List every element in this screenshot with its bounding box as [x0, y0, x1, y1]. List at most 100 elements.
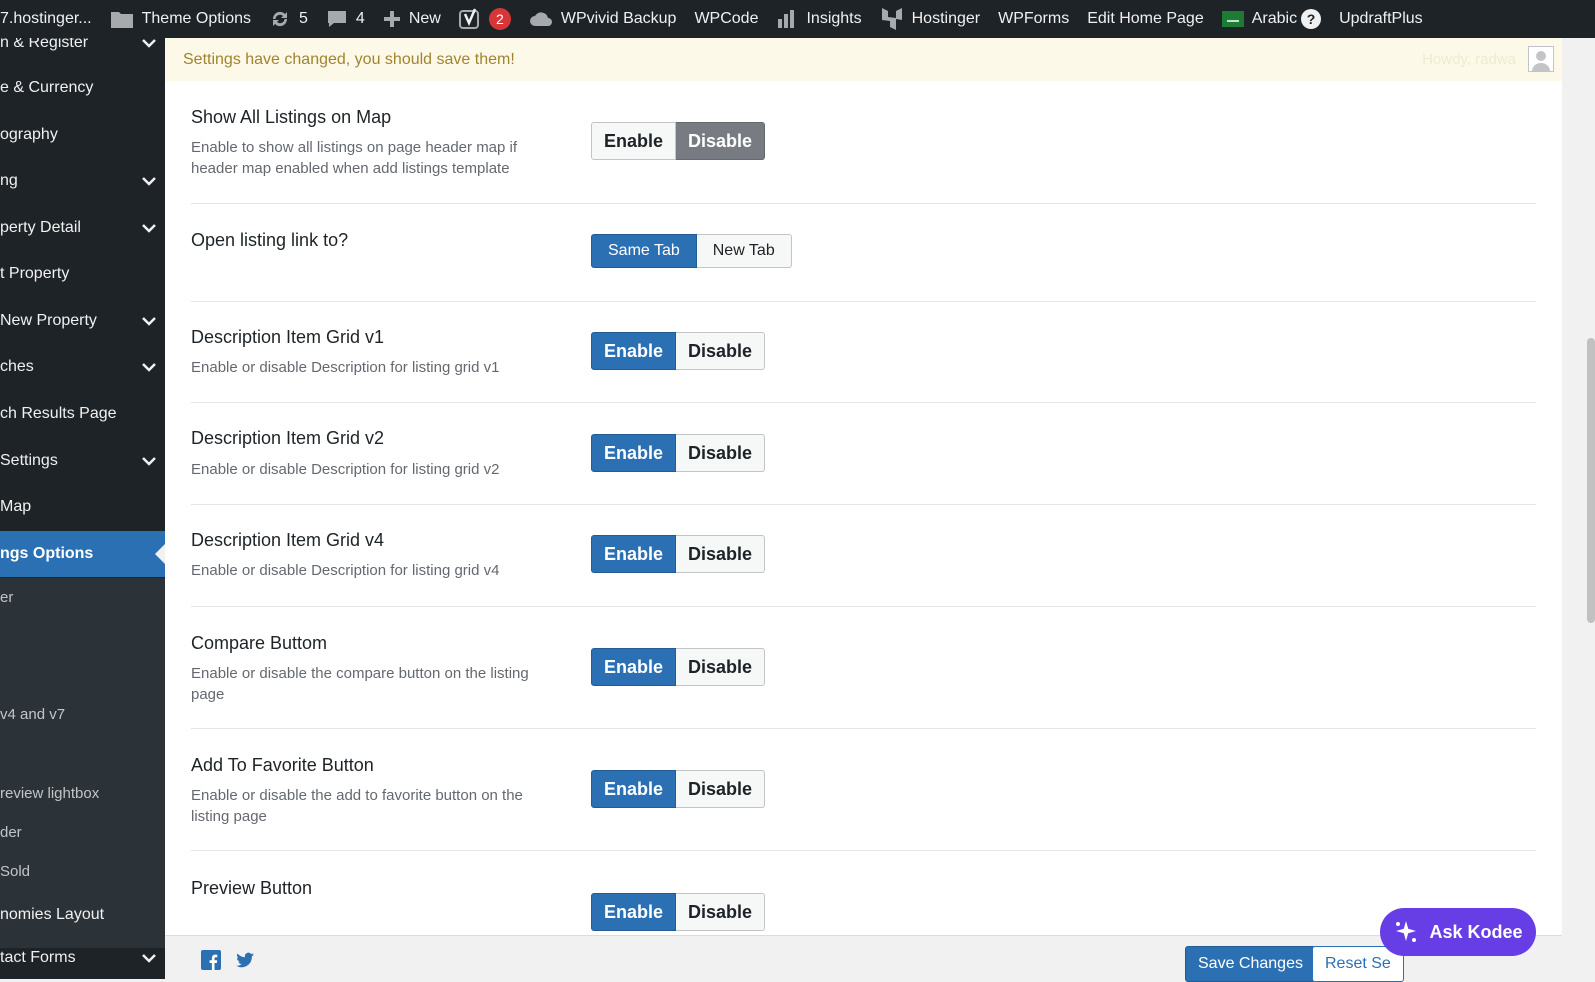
chevron-down-icon — [141, 38, 157, 66]
language-label: Arabic — [1251, 10, 1298, 27]
sidebar-item-label: tact Forms — [0, 949, 76, 966]
wpcode-label: WPCode — [694, 10, 759, 27]
scrollbar-thumb[interactable] — [1587, 338, 1595, 623]
toggle-group: Enable Disable — [591, 122, 766, 160]
submenu-item[interactable]: v4 and v7 — [0, 700, 165, 730]
new-content-link[interactable]: New — [374, 0, 450, 38]
same-tab-button[interactable]: Same Tab — [591, 234, 697, 268]
sidebar-item-listing[interactable]: ng — [0, 158, 165, 204]
setting-title: Compare Buttom — [191, 633, 328, 653]
submenu-item-label: der — [0, 824, 22, 841]
setting-description: Enable or disable the add to favorite bu… — [191, 787, 523, 825]
enable-button[interactable]: Enable — [591, 770, 677, 808]
setting-description-grid-v2: Description Item Grid v2 Enable or disab… — [191, 402, 1536, 505]
facebook-icon[interactable] — [201, 950, 221, 970]
enable-button[interactable]: Enable — [591, 535, 677, 573]
help-icon[interactable]: ? — [1301, 9, 1322, 29]
sidebar-item-new-property[interactable]: New Property — [0, 298, 165, 344]
hostinger-label: Hostinger — [911, 10, 981, 27]
wpvivid-link[interactable]: WPvivid Backup — [520, 0, 686, 38]
sidebar-item-property-detail[interactable]: perty Detail — [0, 205, 165, 251]
disable-button[interactable]: Disable — [676, 332, 766, 370]
submenu-item[interactable]: er — [0, 583, 165, 613]
yoast-link[interactable]: 2 — [450, 0, 520, 38]
toggle-group: Enable Disable — [591, 535, 766, 573]
theme-options-link[interactable]: Theme Options — [101, 0, 260, 38]
howdy-user[interactable]: Howdy, radwa — [1422, 38, 1516, 81]
setting-description: Enable or disable the compare button on … — [191, 665, 529, 703]
page-scrollbar[interactable] — [1562, 38, 1595, 979]
chevron-down-icon — [141, 344, 157, 390]
sidebar-item-label: ch Results Page — [0, 405, 117, 422]
sidebar-item-typography[interactable]: ography — [0, 112, 165, 158]
wpvivid-label: WPvivid Backup — [560, 10, 677, 27]
disable-button[interactable]: Disable — [676, 770, 766, 808]
site-name-link[interactable]: 7.hostinger... — [0, 0, 101, 38]
insights-label: Insights — [806, 10, 862, 27]
sidebar-item-searches[interactable]: ches — [0, 344, 165, 390]
disable-button[interactable]: Disable — [676, 648, 766, 686]
sidebar-item-taxonomies-layout[interactable]: nomies Layout — [0, 892, 165, 938]
comments-link[interactable]: 4 — [317, 0, 374, 38]
sidebar-item-currency[interactable]: e & Currency — [0, 65, 165, 111]
updates-link[interactable]: 5 — [260, 0, 317, 38]
refresh-icon — [269, 9, 291, 29]
enable-button[interactable]: Enable — [591, 893, 677, 931]
enable-button[interactable]: Enable — [591, 332, 677, 370]
setting-compare-button: Compare Buttom Enable or disable the com… — [191, 606, 1536, 729]
wpforms-label: WPForms — [998, 10, 1070, 27]
ask-kodee-button[interactable]: Ask Kodee — [1380, 908, 1536, 956]
disable-button[interactable]: Disable — [676, 434, 766, 472]
chevron-down-icon — [141, 438, 157, 484]
sidebar-item-contact-forms[interactable]: tact Forms — [0, 935, 165, 979]
setting-description: Enable or disable Description for listin… — [191, 461, 500, 478]
twitter-icon[interactable] — [235, 950, 255, 970]
sidebar-item-search-results[interactable]: ch Results Page — [0, 391, 165, 437]
updraftplus-link[interactable]: UpdraftPlus — [1330, 0, 1432, 38]
save-changes-button[interactable]: Save Changes — [1185, 946, 1316, 982]
yoast-badge: 2 — [488, 8, 511, 30]
sidebar-item-label: t Property — [0, 265, 70, 282]
sidebar-item-map[interactable]: Map — [0, 484, 165, 530]
avatar[interactable] — [1528, 46, 1554, 72]
disable-button[interactable]: Disable — [676, 122, 766, 160]
chevron-down-icon — [141, 205, 157, 251]
setting-description-grid-v4: Description Item Grid v4 Enable or disab… — [191, 504, 1536, 607]
toggle-group: Enable Disable — [591, 893, 766, 931]
setting-description: Enable to show all listings on page head… — [191, 139, 518, 177]
sidebar-item-label: ography — [0, 126, 58, 143]
language-link[interactable]: Arabic ? — [1213, 0, 1330, 38]
submenu-item[interactable]: Sold — [0, 857, 165, 887]
submenu-item[interactable]: der — [0, 818, 165, 848]
wpcode-link[interactable]: WPCode — [685, 0, 767, 38]
disable-button[interactable]: Disable — [676, 893, 766, 931]
sidebar-item-print-property[interactable]: t Property — [0, 251, 165, 297]
enable-button[interactable]: Enable — [591, 122, 677, 160]
setting-title: Show All Listings on Map — [191, 107, 392, 127]
sidebar-item-label: Settings — [0, 452, 58, 469]
sidebar-item-login-register[interactable]: n & Register — [0, 38, 165, 66]
comment-icon — [326, 9, 348, 29]
setting-title: Preview Button — [191, 878, 313, 898]
disable-button[interactable]: Disable — [676, 535, 766, 573]
setting-description: Enable or disable Description for listin… — [191, 359, 500, 376]
chevron-down-icon — [141, 158, 157, 204]
chevron-down-icon — [141, 298, 157, 344]
sidebar-item-listings-options[interactable]: ngs Options — [0, 531, 165, 577]
toggle-group: Enable Disable — [591, 332, 766, 370]
submenu-item-label: er — [0, 589, 14, 606]
submenu-item[interactable]: review lightbox — [0, 779, 165, 809]
hostinger-link[interactable]: Hostinger — [871, 0, 989, 38]
new-tab-button[interactable]: New Tab — [696, 234, 792, 268]
wpforms-link[interactable]: WPForms — [989, 0, 1078, 38]
enable-button[interactable]: Enable — [591, 434, 677, 472]
sidebar-item-label: ng — [0, 172, 18, 189]
sidebar-item-label: ches — [0, 358, 34, 375]
sidebar-item-label: perty Detail — [0, 219, 81, 236]
enable-button[interactable]: Enable — [591, 648, 677, 686]
theme-options-label: Theme Options — [141, 10, 252, 27]
notice-message: Settings have changed, you should save t… — [183, 51, 515, 68]
insights-link[interactable]: Insights — [767, 0, 870, 38]
sidebar-item-settings[interactable]: Settings — [0, 438, 165, 484]
edit-home-link[interactable]: Edit Home Page — [1078, 0, 1213, 38]
